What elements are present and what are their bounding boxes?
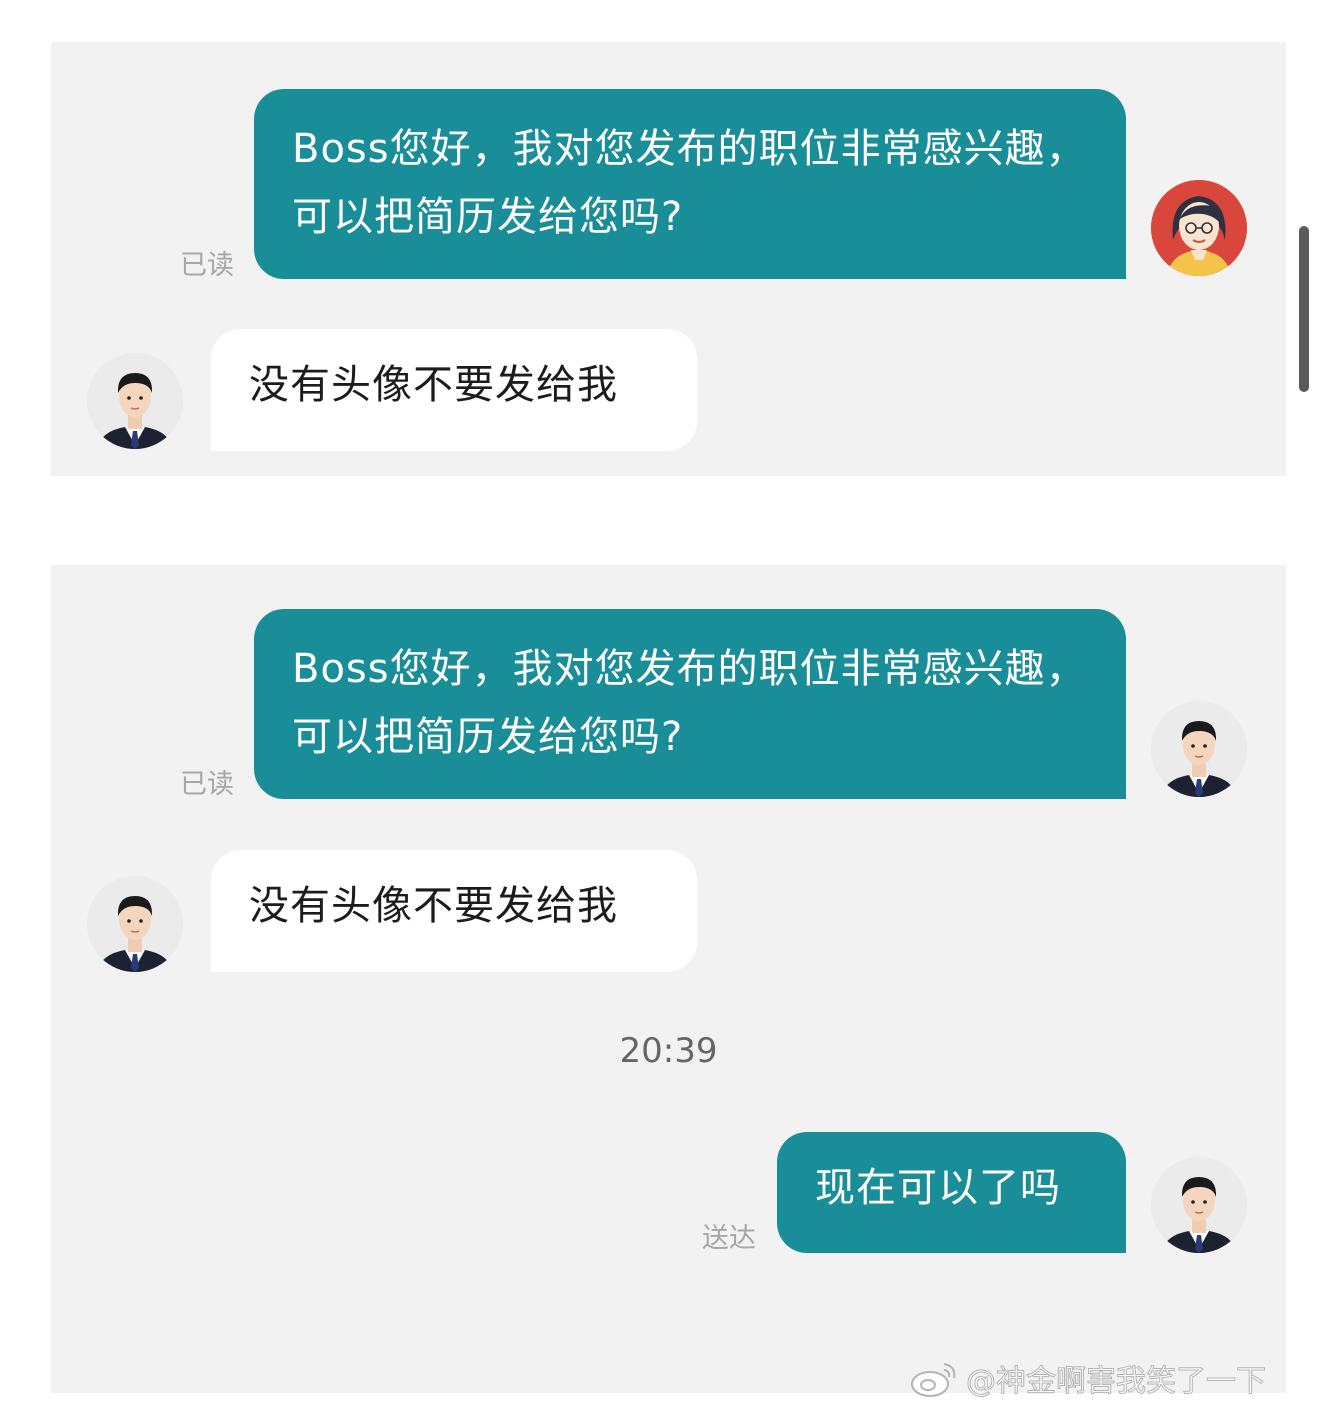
boss-avatar[interactable] bbox=[87, 353, 183, 449]
message-timestamp: 20:39 bbox=[619, 1031, 718, 1071]
user-avatar-man-in-suit[interactable] bbox=[1151, 701, 1247, 797]
user-avatar-man-in-suit[interactable] bbox=[1151, 1157, 1247, 1253]
chat-screenshot-2: Boss您好，我对您发布的职位非常感兴趣，可以把简历发给您吗? 已读 没有头像不… bbox=[51, 565, 1286, 1393]
weibo-watermark: @神金啊害我笑了一下 bbox=[908, 1356, 1267, 1400]
man-in-suit-avatar-icon bbox=[87, 353, 183, 449]
sent-message-bubble[interactable]: Boss您好，我对您发布的职位非常感兴趣，可以把简历发给您吗? bbox=[254, 609, 1126, 799]
sent-message-bubble-second[interactable]: 现在可以了吗 bbox=[777, 1132, 1126, 1253]
read-status: 已读 bbox=[180, 769, 234, 800]
received-message-bubble[interactable]: 没有头像不要发给我 bbox=[211, 850, 697, 972]
man-in-suit-avatar-icon bbox=[87, 876, 183, 972]
delivered-status: 送达 bbox=[702, 1223, 756, 1254]
cartoon-woman-avatar-icon bbox=[1151, 180, 1247, 276]
weibo-logo-icon bbox=[908, 1358, 960, 1398]
man-in-suit-avatar-icon bbox=[1151, 701, 1247, 797]
user-avatar-cartoon-woman[interactable] bbox=[1151, 180, 1247, 276]
sent-message-bubble[interactable]: Boss您好，我对您发布的职位非常感兴趣，可以把简历发给您吗? bbox=[254, 89, 1126, 279]
watermark-text: @神金啊害我笑了一下 bbox=[966, 1364, 1267, 1400]
read-status: 已读 bbox=[180, 250, 234, 281]
boss-avatar[interactable] bbox=[87, 876, 183, 972]
chat-screenshot-1: Boss您好，我对您发布的职位非常感兴趣，可以把简历发给您吗? 已读 没有头像不… bbox=[51, 42, 1286, 476]
scrollbar[interactable] bbox=[1299, 226, 1309, 392]
received-message-bubble[interactable]: 没有头像不要发给我 bbox=[211, 329, 697, 451]
man-in-suit-avatar-icon bbox=[1151, 1157, 1247, 1253]
